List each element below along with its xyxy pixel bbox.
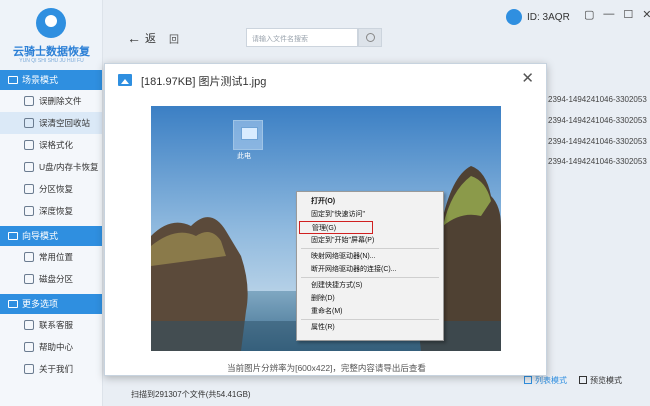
back-arrow-icon: ←	[127, 30, 141, 46]
brand-title: 云骑士数据恢复	[13, 46, 90, 58]
menu-item-disconnect-drive: 断开网络驱动器的连接(C)...	[311, 266, 397, 273]
brand-subtitle: YUN QI SHI SHU JU HUI FU	[19, 58, 84, 64]
logo-icon	[36, 8, 66, 38]
menu-separator	[301, 277, 439, 278]
sidebar-item-support[interactable]: 联系客服	[0, 314, 102, 336]
desktop-icon-label: 此电	[237, 153, 251, 160]
preview-image: 此电 打开(O) 固定到"快速访问" 管理(G) 固定到"开始"屏幕(P) 映射…	[151, 106, 501, 351]
menu-item-manage: 管理(G)	[299, 221, 373, 234]
sidebar-item-recycle-bin[interactable]: 误清空回收站	[0, 112, 102, 134]
sidebar-item-deep[interactable]: 深度恢复	[0, 200, 102, 222]
close-icon[interactable]: ✕	[642, 8, 650, 21]
menu-item-properties: 属性(R)	[311, 324, 335, 331]
maximize-icon[interactable]: ☐	[623, 8, 633, 21]
sidebar-item-common-locations[interactable]: 常用位置	[0, 246, 102, 268]
location-icon	[24, 252, 34, 262]
list-item[interactable]: 2394-1494241046-3302053	[548, 157, 647, 166]
search-icon[interactable]	[358, 28, 382, 47]
menu-item-rename: 重命名(M)	[311, 308, 343, 315]
disk-icon	[24, 274, 34, 284]
search-input[interactable]: 请输入文件名搜索	[246, 28, 358, 47]
list-item[interactable]: 2394-1494241046-3302053	[548, 95, 647, 104]
user-id: ID: 3AQR	[527, 11, 570, 23]
file-icon	[24, 96, 34, 106]
logo: 云骑士数据恢复 YUN QI SHI SHU JU HUI FU	[0, 0, 102, 70]
close-icon[interactable]: ✕	[521, 69, 534, 87]
computer-icon	[233, 120, 263, 150]
preview-view-button[interactable]: 预览模式	[579, 375, 622, 386]
menu-item-create-shortcut: 创建快捷方式(S)	[311, 282, 363, 289]
window-controls: ▢ — ☐ ✕	[584, 8, 650, 21]
preview-view-icon	[579, 376, 587, 384]
user-info[interactable]: ID: 3AQR	[506, 9, 570, 25]
info-icon	[24, 364, 34, 374]
section-more-options: 更多选项	[0, 294, 102, 314]
dialog-title: [181.97KB] 图片测试1.jpg	[141, 76, 267, 88]
view-switch: 列表模式 预览模式	[524, 375, 622, 386]
section-scene-mode: 场景模式	[0, 70, 102, 90]
list-item[interactable]: 2394-1494241046-3302053	[548, 137, 647, 146]
avatar	[506, 9, 522, 25]
sidebar-item-usb[interactable]: U盘/内存卡恢复	[0, 156, 102, 178]
sidebar-item-deleted-files[interactable]: 误删除文件	[0, 90, 102, 112]
sidebar-item-help[interactable]: 帮助中心	[0, 336, 102, 358]
menu-separator	[301, 248, 439, 249]
menu-item-pin-start: 固定到"开始"屏幕(P)	[311, 237, 375, 244]
resolution-caption: 当前图片分辨率为[600x422]，完整内容请导出后查看	[227, 363, 426, 373]
wizard-mode-icon	[8, 232, 18, 240]
menu-icon[interactable]: ▢	[584, 8, 594, 21]
list-view-button[interactable]: 列表模式	[524, 375, 567, 386]
top-bar: ← 返 回 请输入文件名搜索 ID: 3AQR ▢ — ☐ ✕	[103, 0, 650, 70]
list-item[interactable]: 2394-1494241046-3302053	[548, 116, 647, 125]
minimize-icon[interactable]: —	[603, 8, 614, 21]
section-wizard-mode: 向导模式	[0, 226, 102, 246]
partition-icon	[24, 184, 34, 194]
deep-recovery-icon	[24, 206, 34, 216]
reload-button[interactable]: 回	[169, 31, 179, 46]
image-preview-dialog: [181.97KB] 图片测试1.jpg ✕ 此电 打开(O) 固定到"快速访问…	[104, 63, 547, 376]
back-button[interactable]: ← 返	[127, 30, 156, 46]
list-view-icon	[524, 376, 532, 384]
scan-status: 扫描到291307个文件(共54.41GB)	[131, 390, 251, 399]
support-icon	[24, 320, 34, 330]
menu-item-map-drive: 映射网络驱动器(N)...	[311, 253, 376, 260]
app-window: 云骑士数据恢复 YUN QI SHI SHU JU HUI FU 场景模式 误删…	[0, 0, 650, 406]
menu-separator	[301, 319, 439, 320]
menu-item-pin-quick-access: 固定到"快速访问"	[311, 211, 365, 218]
sidebar-item-about[interactable]: 关于我们	[0, 358, 102, 380]
help-icon	[24, 342, 34, 352]
usb-icon	[24, 162, 34, 172]
format-icon	[24, 140, 34, 150]
recycle-bin-icon	[24, 118, 34, 128]
sidebar-item-format[interactable]: 误格式化	[0, 134, 102, 156]
sidebar: 云骑士数据恢复 YUN QI SHI SHU JU HUI FU 场景模式 误删…	[0, 0, 103, 406]
sidebar-item-disk-partition[interactable]: 磁盘分区	[0, 268, 102, 290]
sidebar-item-partition[interactable]: 分区恢复	[0, 178, 102, 200]
image-icon	[118, 74, 132, 86]
menu-item-open: 打开(O)	[311, 198, 336, 205]
context-menu: 打开(O) 固定到"快速访问" 管理(G) 固定到"开始"屏幕(P) 映射网络驱…	[296, 191, 444, 341]
scene-mode-icon	[8, 76, 18, 84]
menu-item-delete: 删除(D)	[311, 295, 335, 302]
more-options-icon	[8, 300, 18, 308]
